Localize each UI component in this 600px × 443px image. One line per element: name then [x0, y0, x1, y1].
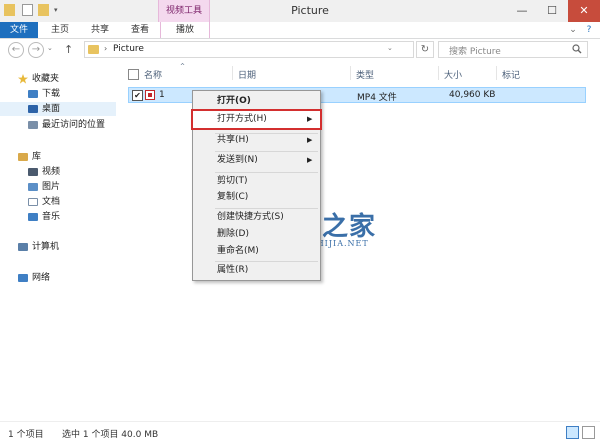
nav-music[interactable]: 音乐	[0, 210, 116, 224]
close-button[interactable]: ✕	[568, 0, 600, 22]
file-size: 40,960 KB	[449, 90, 496, 100]
menu-open[interactable]: 打开(O)	[193, 93, 320, 110]
maximize-button[interactable]: ☐	[538, 0, 566, 22]
selection-info: 选中 1 个项目 40.0 MB	[62, 430, 159, 440]
star-icon	[18, 74, 28, 84]
file-type: MP4 文件	[357, 93, 397, 103]
nav-computer[interactable]: 计算机	[0, 240, 116, 254]
submenu-arrow-icon: ▶	[307, 136, 313, 144]
library-icon	[18, 153, 28, 161]
search-input[interactable]: 搜索 Picture	[438, 41, 588, 58]
tab-home[interactable]: 主页	[40, 22, 80, 38]
window-title: Picture	[291, 4, 329, 17]
search-icon	[572, 44, 582, 54]
ribbon-tabs: 文件 主页 共享 查看 播放 ⌄ ?	[0, 22, 600, 39]
column-name[interactable]: 名称	[144, 68, 162, 81]
details-view-icon[interactable]	[566, 426, 579, 439]
column-divider[interactable]	[496, 66, 497, 80]
address-dropdown-icon[interactable]: ⌄	[387, 44, 393, 52]
menu-open-with[interactable]: 打开方式(H) ▶	[191, 109, 322, 130]
column-divider[interactable]	[438, 66, 439, 80]
submenu-arrow-icon: ▶	[307, 156, 313, 164]
menu-copy[interactable]: 复制(C)	[193, 189, 320, 206]
menu-share[interactable]: 共享(H) ▶	[193, 132, 320, 149]
video-file-icon	[145, 90, 155, 100]
nav-favorites[interactable]: 收藏夹	[0, 72, 116, 86]
recent-places-icon	[28, 121, 38, 129]
tab-play[interactable]: 播放	[160, 22, 210, 38]
nav-libraries[interactable]: 库	[0, 150, 116, 164]
video-icon	[28, 168, 38, 176]
column-type[interactable]: 类型	[356, 68, 374, 81]
nav-pictures[interactable]: 图片	[0, 180, 116, 194]
download-icon	[28, 90, 38, 98]
menu-cut[interactable]: 剪切(T)	[193, 173, 320, 190]
help-icon[interactable]: ?	[582, 22, 596, 38]
computer-icon	[18, 243, 28, 251]
breadcrumb-arrow-icon[interactable]: ›	[104, 44, 107, 53]
submenu-arrow-icon: ▶	[307, 115, 313, 123]
nav-videos[interactable]: 视频	[0, 165, 116, 179]
tab-view[interactable]: 查看	[120, 22, 160, 38]
breadcrumb-picture[interactable]: Picture	[113, 44, 144, 54]
menu-delete[interactable]: 删除(D)	[193, 226, 320, 243]
large-icons-view-icon[interactable]	[582, 426, 595, 439]
column-date[interactable]: 日期	[238, 68, 256, 81]
item-count: 1 个项目	[8, 430, 44, 440]
refresh-button[interactable]: ↻	[416, 41, 434, 58]
up-button[interactable]: ↑	[64, 43, 73, 56]
qat-dropdown-icon[interactable]: ▾	[54, 4, 63, 16]
recent-locations-button[interactable]: ⌄	[47, 44, 53, 52]
sort-ascending-icon: ^	[180, 63, 186, 70]
navigation-pane: 收藏夹 下载 桌面 最近访问的位置 库 视频 图片 文档 音乐 计算机 网络	[0, 64, 116, 420]
file-name: 1	[159, 90, 165, 100]
document-icon	[28, 198, 38, 206]
nav-downloads[interactable]: 下载	[0, 87, 116, 101]
music-icon	[28, 213, 38, 221]
video-tools-context-tab: 视频工具	[158, 0, 210, 22]
column-size[interactable]: 大小	[444, 68, 462, 81]
desktop-icon	[28, 105, 38, 113]
properties-icon[interactable]	[22, 4, 33, 16]
status-bar: 1 个项目 选中 1 个项目 40.0 MB	[0, 421, 600, 443]
tab-file[interactable]: 文件	[0, 22, 38, 38]
menu-create-shortcut[interactable]: 创建快捷方式(S)	[193, 209, 320, 226]
nav-documents[interactable]: 文档	[0, 195, 116, 209]
network-icon	[18, 274, 28, 282]
folder-icon	[88, 45, 99, 54]
nav-desktop[interactable]: 桌面	[0, 102, 116, 116]
menu-rename[interactable]: 重命名(M)	[193, 243, 320, 260]
tab-share[interactable]: 共享	[80, 22, 120, 38]
search-placeholder: 搜索 Picture	[449, 47, 501, 57]
menu-properties[interactable]: 属性(R)	[193, 262, 320, 279]
chevron-down-icon[interactable]: ⌄	[566, 22, 580, 38]
forward-button[interactable]: →	[28, 42, 44, 58]
nav-network[interactable]: 网络	[0, 271, 116, 285]
address-bar[interactable]: › Picture ⌄	[84, 41, 414, 58]
back-button[interactable]: ←	[8, 42, 24, 58]
nav-recent-places[interactable]: 最近访问的位置	[0, 118, 116, 132]
context-menu: 打开(O) 打开方式(H) ▶ 共享(H) ▶ 发送到(N) ▶ 剪切(T) 复制(C…	[191, 90, 322, 281]
column-divider[interactable]	[232, 66, 233, 80]
folder-icon[interactable]	[4, 4, 15, 16]
column-tags[interactable]: 标记	[502, 68, 520, 81]
select-all-checkbox[interactable]	[128, 69, 139, 80]
menu-send-to[interactable]: 发送到(N) ▶	[193, 152, 320, 169]
column-divider[interactable]	[350, 66, 351, 80]
row-checkbox[interactable]: ✔	[132, 90, 143, 101]
column-headers: 名称 ^ 日期 类型 大小 标记	[124, 63, 600, 82]
new-folder-icon[interactable]	[38, 4, 49, 16]
picture-icon	[28, 183, 38, 191]
minimize-button[interactable]: —	[508, 0, 536, 22]
